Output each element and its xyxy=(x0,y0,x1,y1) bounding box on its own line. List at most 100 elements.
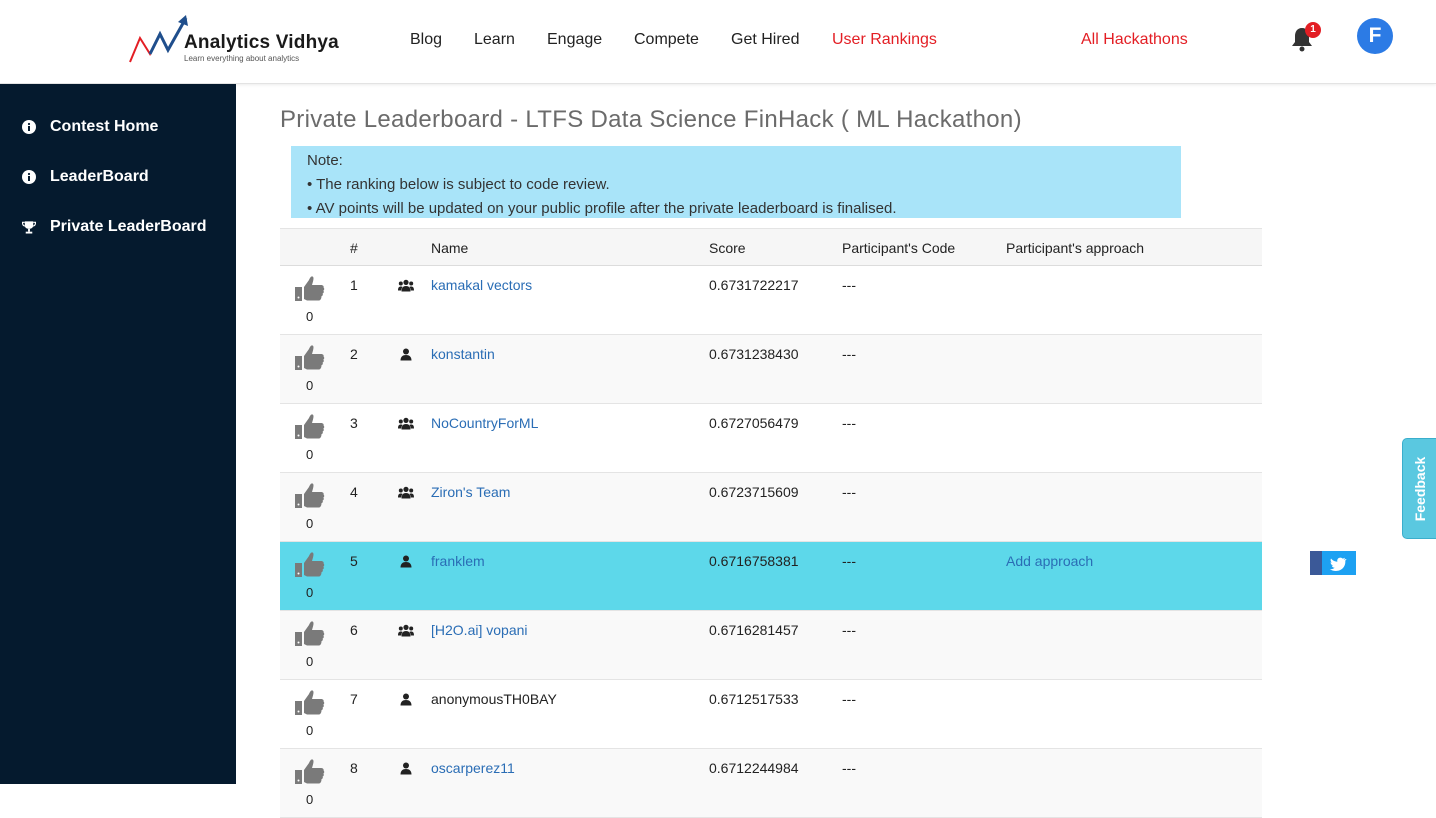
participant-name-link[interactable]: kamakal vectors xyxy=(431,277,532,293)
rank-cell: 3 xyxy=(350,415,358,431)
thumbs-up-icon[interactable] xyxy=(295,413,327,443)
header-name: Name xyxy=(431,240,469,256)
score-cell: 0.6723715609 xyxy=(709,484,799,500)
team-icon xyxy=(398,417,414,433)
thumbs-up-icon[interactable] xyxy=(295,275,327,305)
header-score: Score xyxy=(709,240,746,256)
sidebar-item-private-leaderboard[interactable]: Private LeaderBoard xyxy=(22,216,207,238)
code-cell: --- xyxy=(842,622,856,638)
like-count: 0 xyxy=(306,792,314,807)
participant-name-link[interactable]: franklem xyxy=(431,553,485,569)
nav-all-hackathons[interactable]: All Hackathons xyxy=(1081,31,1188,49)
user-icon xyxy=(400,348,412,364)
info-icon xyxy=(22,120,36,134)
table-row: 0 8 oscarperez11 0.6712244984 --- xyxy=(280,749,1262,818)
rank-cell: 8 xyxy=(350,760,358,776)
nav-learn[interactable]: Learn xyxy=(474,31,515,49)
thumbs-up-icon[interactable] xyxy=(295,551,327,581)
like-count: 0 xyxy=(306,654,314,669)
table-row: 0 7 anonymousTH0BAY 0.6712517533 --- xyxy=(280,680,1262,749)
notification-badge: 1 xyxy=(1305,22,1321,38)
table-row: 0 5 franklem 0.6716758381 --- Add approach xyxy=(280,542,1262,611)
team-icon xyxy=(398,279,414,295)
sidebar: Contest Home LeaderBoard Private LeaderB… xyxy=(0,84,236,784)
thumbs-up-icon[interactable] xyxy=(295,482,327,512)
participant-name-link: anonymousTH0BAY xyxy=(431,691,557,707)
team-icon xyxy=(398,486,414,502)
note-line: • AV points will be updated on your publ… xyxy=(307,200,897,217)
code-cell: --- xyxy=(842,691,856,707)
header-code: Participant's Code xyxy=(842,240,956,256)
score-cell: 0.6716758381 xyxy=(709,553,799,569)
participant-name-link[interactable]: NoCountryForML xyxy=(431,415,538,431)
thumbs-up-icon[interactable] xyxy=(295,344,327,374)
score-cell: 0.6731722217 xyxy=(709,277,799,293)
notifications-button[interactable]: 1 xyxy=(1290,22,1322,52)
rank-cell: 4 xyxy=(350,484,358,500)
like-count: 0 xyxy=(306,309,314,324)
twitter-share-button[interactable] xyxy=(1322,551,1356,575)
user-avatar[interactable]: F xyxy=(1357,18,1393,54)
share-buttons xyxy=(1310,551,1356,575)
table-row: 0 1 kamakal vectors 0.6731722217 --- xyxy=(280,266,1262,335)
rank-cell: 1 xyxy=(350,277,358,293)
add-approach-link[interactable]: Add approach xyxy=(1006,553,1093,569)
table-row: 0 2 konstantin 0.6731238430 --- xyxy=(280,335,1262,404)
sidebar-item-label: Private LeaderBoard xyxy=(50,218,207,235)
participant-name-link[interactable]: Ziron's Team xyxy=(431,484,510,500)
rank-cell: 5 xyxy=(350,553,358,569)
rank-cell: 2 xyxy=(350,346,358,362)
code-cell: --- xyxy=(842,484,856,500)
nav-engage[interactable]: Engage xyxy=(547,31,602,49)
nav-blog[interactable]: Blog xyxy=(410,31,442,49)
thumbs-up-icon[interactable] xyxy=(295,689,327,719)
feedback-label: Feedback xyxy=(1411,456,1428,521)
participant-name-link[interactable]: [H2O.ai] vopani xyxy=(431,622,528,638)
participant-name-link[interactable]: konstantin xyxy=(431,346,495,362)
sidebar-item-label: LeaderBoard xyxy=(50,168,149,185)
code-cell: --- xyxy=(842,553,856,569)
code-cell: --- xyxy=(842,346,856,362)
leaderboard-table: # Name Score Participant's Code Particip… xyxy=(280,228,1262,818)
site-logo[interactable]: Analytics Vidhya Learn everything about … xyxy=(128,14,348,68)
score-cell: 0.6727056479 xyxy=(709,415,799,431)
nav-get-hired[interactable]: Get Hired xyxy=(731,31,799,49)
twitter-icon xyxy=(1329,557,1347,571)
facebook-share-button[interactable] xyxy=(1310,551,1322,575)
score-cell: 0.6731238430 xyxy=(709,346,799,362)
table-row: 0 4 Ziron's Team 0.6723715609 --- xyxy=(280,473,1262,542)
sidebar-item-contest-home[interactable]: Contest Home xyxy=(22,116,158,138)
nav-compete[interactable]: Compete xyxy=(634,31,699,49)
code-cell: --- xyxy=(842,760,856,776)
sidebar-item-leaderboard[interactable]: LeaderBoard xyxy=(22,166,149,188)
top-header: Analytics Vidhya Learn everything about … xyxy=(0,0,1436,84)
logo-title: Analytics Vidhya xyxy=(184,32,339,53)
info-icon xyxy=(22,170,36,184)
user-icon xyxy=(400,693,412,709)
rank-cell: 6 xyxy=(350,622,358,638)
code-cell: --- xyxy=(842,415,856,431)
like-count: 0 xyxy=(306,447,314,462)
thumbs-up-icon[interactable] xyxy=(295,620,327,650)
score-cell: 0.6712244984 xyxy=(709,760,799,776)
note-heading: Note: xyxy=(307,152,343,169)
code-cell: --- xyxy=(842,277,856,293)
user-icon xyxy=(400,555,412,571)
participant-name-link[interactable]: oscarperez11 xyxy=(431,760,515,776)
header-rank: # xyxy=(350,240,358,256)
table-header: # Name Score Participant's Code Particip… xyxy=(280,228,1262,266)
nav-user-rankings[interactable]: User Rankings xyxy=(832,31,937,49)
note-line: • The ranking below is subject to code r… xyxy=(307,176,610,193)
like-count: 0 xyxy=(306,585,314,600)
like-count: 0 xyxy=(306,516,314,531)
trophy-icon xyxy=(22,220,36,234)
page-title: Private Leaderboard - LTFS Data Science … xyxy=(280,106,1022,133)
user-icon xyxy=(400,762,412,778)
header-approach: Participant's approach xyxy=(1006,240,1145,256)
logo-chart-icon xyxy=(129,15,188,63)
feedback-tab[interactable]: Feedback xyxy=(1402,438,1436,539)
thumbs-up-icon[interactable] xyxy=(295,758,327,788)
note-box: Note: • The ranking below is subject to … xyxy=(291,146,1181,218)
team-icon xyxy=(398,624,414,640)
table-row: 0 6 [H2O.ai] vopani 0.6716281457 --- xyxy=(280,611,1262,680)
